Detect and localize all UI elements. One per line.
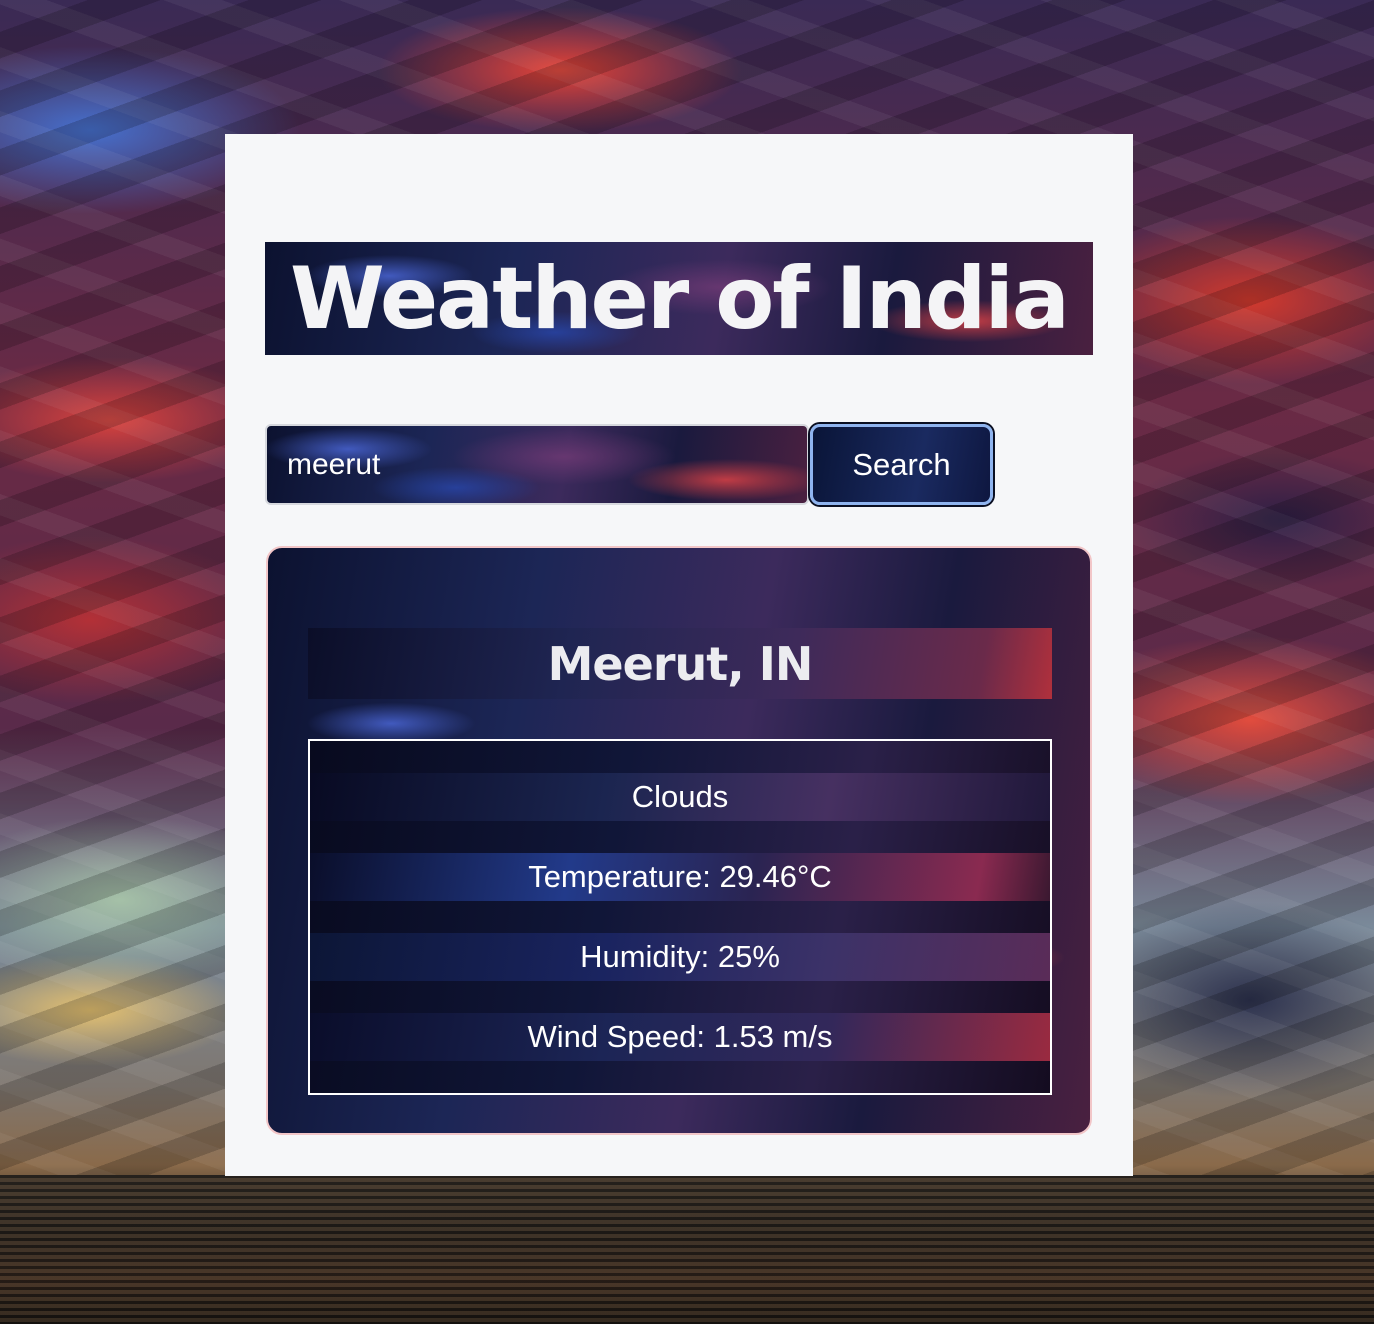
weather-humidity: Humidity: 25% [310,933,1050,981]
background-horizon [0,1175,1374,1324]
city-banner: Meerut, IN [308,628,1052,699]
weather-wind-speed: Wind Speed: 1.53 m/s [310,1013,1050,1061]
city-name: Meerut, IN [547,636,814,691]
page-title: Weather of India [290,248,1070,349]
weather-details: Clouds Temperature: 29.46°C Humidity: 25… [308,739,1052,1095]
weather-condition: Clouds [310,773,1050,821]
weather-temperature: Temperature: 29.46°C [310,853,1050,901]
search-button[interactable]: Search [810,424,993,505]
title-banner: Weather of India [265,242,1093,355]
weather-result-card: Meerut, IN Clouds Temperature: 29.46°C H… [266,546,1092,1135]
search-input[interactable] [265,424,809,505]
weather-panel: Weather of India Search Meerut, IN Cloud… [225,134,1133,1176]
